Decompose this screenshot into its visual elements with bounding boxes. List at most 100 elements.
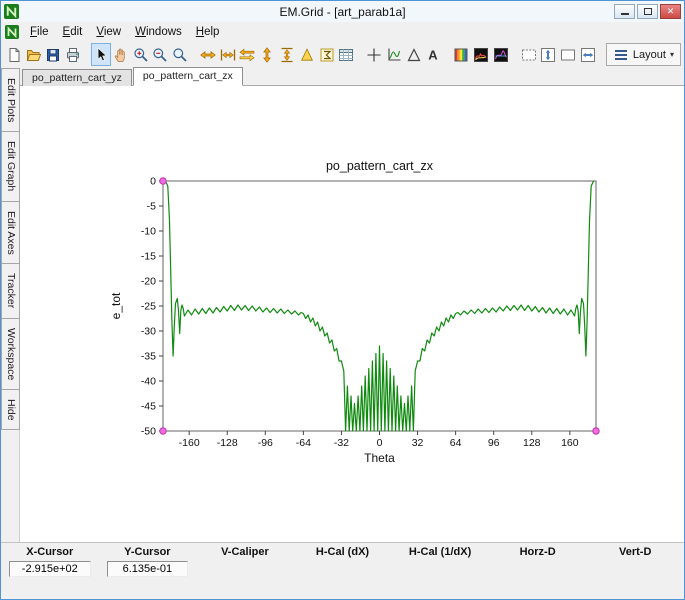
data-table-button[interactable]	[336, 43, 356, 66]
save-button[interactable]	[44, 43, 64, 66]
waterfall-2-icon	[493, 47, 508, 62]
new-document-button[interactable]	[4, 43, 24, 66]
x-tick-label: -96	[258, 437, 273, 449]
toolbar-separator	[83, 54, 91, 55]
sidebar-tab-edit-axes[interactable]: Edit Axes	[1, 200, 20, 265]
sidebar-tab-hide[interactable]: Hide	[1, 388, 20, 431]
waterfall-1-icon	[474, 47, 489, 62]
axis-handle-x-end[interactable]	[592, 427, 600, 435]
document-tabrow: po_pattern_cart_yz po_pattern_cart_zx	[20, 67, 684, 86]
status-label-vert-d: Vert-D	[619, 546, 652, 558]
axes-curve-icon	[388, 48, 401, 61]
axis-handle-y-top[interactable]	[159, 177, 167, 185]
frame-dashed-icon	[521, 49, 536, 60]
fit-y-icon	[263, 46, 272, 63]
caliper-button[interactable]	[404, 43, 424, 66]
sidebar-tab-edit-plots[interactable]: Edit Plots	[1, 68, 20, 133]
layout-dropdown[interactable]: Layout ▾	[605, 43, 681, 66]
status-value-h-cal-1-dx	[391, 560, 489, 578]
toolbar-separator	[356, 54, 364, 55]
frame-horizontal-button[interactable]	[578, 43, 598, 66]
fit-x-limits-button[interactable]	[218, 43, 238, 66]
menu-view[interactable]: View	[89, 24, 128, 40]
zoom-window-button[interactable]	[170, 43, 190, 66]
sidebar-tab-tracker[interactable]: Tracker	[1, 263, 20, 319]
zoom-out-button[interactable]	[150, 43, 170, 66]
open-button[interactable]	[24, 43, 44, 66]
save-icon	[47, 48, 60, 61]
y-tick-label: -10	[141, 226, 156, 238]
status-label-v-caliper: V-Caliper	[221, 546, 269, 558]
peak-icon	[300, 47, 313, 61]
chart: 0 -5 -10 -15 -20 -25 -30 -35 -40 -45 -50 -160 -128 -9…	[109, 159, 600, 465]
edit-axes-button[interactable]	[384, 43, 404, 66]
menu-items: File Edit View Windows Help	[23, 24, 226, 40]
status-label-y-cursor: Y-Cursor	[124, 546, 171, 558]
fit-x-icon	[200, 50, 216, 59]
menu-windows[interactable]: Windows	[128, 24, 189, 40]
colormap-button[interactable]	[451, 43, 471, 66]
pan-hand-icon	[114, 48, 125, 62]
x-tick-label: 32	[412, 437, 424, 449]
frame-dashed-button[interactable]	[519, 43, 539, 66]
x-axis-label: Theta	[364, 451, 395, 465]
tab-po-pattern-cart-yz[interactable]: po_pattern_cart_yz	[22, 69, 132, 86]
table-icon	[339, 48, 354, 61]
sidebar-tabstrip: Edit Plots Edit Graph Edit Axes Tracker Work…	[1, 68, 20, 542]
y-tick-label: -25	[141, 301, 156, 313]
y-tick-label: -45	[141, 401, 156, 413]
minimize-button[interactable]	[614, 4, 635, 19]
x-tick-label: -160	[179, 437, 200, 449]
y-tick-label: -20	[141, 276, 156, 288]
svg-text:A: A	[429, 47, 439, 62]
chart-title: po_pattern_cart_zx	[326, 159, 434, 173]
colormap-icon	[454, 48, 468, 61]
maximize-button[interactable]	[637, 4, 658, 19]
window-controls: ✕	[614, 4, 681, 19]
status-label-h-cal-1-dx: H-Cal (1/dX)	[408, 546, 472, 558]
swap-axes-button[interactable]	[238, 43, 258, 66]
maximize-icon	[643, 8, 652, 15]
sidebar-tab-edit-graph[interactable]: Edit Graph	[1, 131, 20, 202]
x-tick-label: 160	[561, 437, 579, 449]
fit-x-limits-icon	[220, 49, 235, 60]
cursor-arrow-icon	[97, 47, 107, 61]
fit-y-limits-button[interactable]	[277, 43, 297, 66]
toolbar-separator	[190, 54, 198, 55]
sidebar-tab-workspace[interactable]: Workspace	[1, 317, 20, 390]
close-icon: ✕	[666, 6, 675, 16]
spectrogram-button[interactable]	[491, 43, 511, 66]
sum-button[interactable]	[317, 43, 337, 66]
waterfall-button[interactable]	[471, 43, 491, 66]
close-button[interactable]: ✕	[660, 4, 681, 19]
menu-file[interactable]: File	[23, 24, 56, 40]
minimize-icon	[620, 13, 629, 15]
swap-h-icon	[239, 48, 255, 61]
zoom-in-button[interactable]	[131, 43, 151, 66]
crosshair-button[interactable]	[364, 43, 384, 66]
tab-po-pattern-cart-zx[interactable]: po_pattern_cart_zx	[132, 67, 243, 86]
sigma-icon	[320, 48, 334, 61]
axis-handle-origin[interactable]	[159, 427, 167, 435]
status-label-h-cal-dx: H-Cal (dX)	[315, 546, 370, 558]
peak-search-button[interactable]	[297, 43, 317, 66]
menu-help[interactable]: Help	[189, 24, 227, 40]
print-button[interactable]	[63, 43, 83, 66]
toolbar-separator	[443, 54, 451, 55]
select-tool-button[interactable]	[91, 43, 111, 66]
menu-edit[interactable]: Edit	[56, 24, 90, 40]
fit-y-button[interactable]	[257, 43, 277, 66]
body: Edit Plots Edit Graph Edit Axes Tracker Work…	[1, 67, 684, 542]
frame-plain-button[interactable]	[558, 43, 578, 66]
plot-frame[interactable]	[162, 180, 597, 432]
text-annotation-button[interactable]: A	[424, 43, 444, 66]
fit-x-button[interactable]	[198, 43, 218, 66]
window-title: EM.Grid - [art_parab1a]	[279, 4, 406, 19]
frame-vertical-button[interactable]	[539, 43, 559, 66]
plot-canvas[interactable]: 0 -5 -10 -15 -20 -25 -30 -35 -40 -45 -50 -160 -128 -9…	[20, 86, 684, 542]
app-window: EM.Grid - [art_parab1a] ✕ File Edit View Wi…	[0, 0, 685, 600]
status-value-y-cursor: 6.135e-01	[99, 560, 197, 578]
pan-tool-button[interactable]	[111, 43, 131, 66]
open-folder-icon	[26, 49, 41, 61]
statusbar-values: -2.915e+02 6.135e-01	[1, 560, 684, 578]
